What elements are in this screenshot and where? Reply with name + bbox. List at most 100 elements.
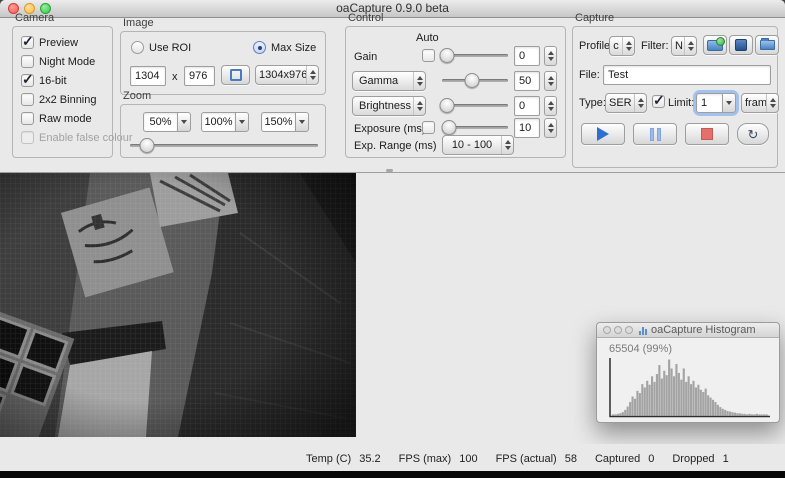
image-panel: Image Use ROI Max Size x 1304x976 [120,17,326,95]
chevron-down-icon[interactable] [235,112,249,132]
profile-label: Profile: [579,40,611,52]
play-icon [597,127,609,141]
zoom-panel-title: Zoom [123,90,152,102]
type-select[interactable]: SER [605,93,647,113]
limit-unit-value: frame [745,97,766,109]
stop-icon [701,128,713,140]
open-folder-button[interactable] [755,35,779,55]
gain-slider[interactable] [439,48,508,63]
maximize-button[interactable] [625,326,633,334]
autorun-button[interactable]: ↻ [737,123,769,145]
dropped-status: Dropped 1 [672,453,728,465]
brightness-select[interactable]: Brightness [352,96,426,116]
brightness-slider-thumb[interactable] [439,98,455,113]
checkbox-row-binning[interactable]: 2x2 Binning [21,93,133,106]
stepper-arrows-icon [684,37,696,55]
zoom-preset-50-value: 50% [143,112,177,132]
new-profile-button[interactable] [703,35,727,55]
fps-actual-status: FPS (actual) 58 [496,453,577,465]
histogram-chart [609,358,770,418]
checkbox-row-preview[interactable]: Preview [21,33,133,50]
histogram-peak-annotation: 65504 (99%) [609,343,672,355]
capture-panel-title: Capture [575,12,615,24]
gain-slider-thumb[interactable] [439,48,455,63]
gain-auto-checkbox[interactable] [422,49,435,62]
brightness-value-input[interactable] [514,96,540,116]
gain-value-input[interactable] [514,46,540,66]
gamma-slider[interactable] [442,73,508,88]
limit-count-combo[interactable]: 1 [696,93,736,113]
brightness-stepper[interactable] [544,96,557,116]
filter-select[interactable]: N [671,36,697,56]
raw-mode-checkbox[interactable] [21,112,34,125]
stepper-arrows-icon [413,72,425,90]
exposure-slider[interactable] [441,120,508,135]
filter-select-value: N [675,40,683,52]
titlebar[interactable]: oaCapture 0.9.0 beta [0,0,785,18]
control-panel-title: Control [348,12,384,24]
auto-column-header: Auto [416,32,439,44]
limit-checkbox[interactable] [652,92,665,109]
gamma-select[interactable]: Gamma [352,71,426,91]
binning-checkbox[interactable] [21,93,34,106]
gamma-value-input[interactable] [514,71,540,91]
checkbox-row-raw-mode[interactable]: Raw mode [21,112,133,125]
exposure-stepper[interactable] [544,118,557,138]
gamma-slider-thumb[interactable] [464,73,480,88]
camera-preview-image [0,173,356,437]
chevron-down-icon[interactable] [177,112,191,132]
control-panel: Control Auto Gain Gamma Brightness [345,12,566,158]
roi-select-button[interactable] [221,65,250,85]
histogram-titlebar[interactable]: oaCapture Histogram [597,323,779,338]
stop-capture-button[interactable] [685,123,729,145]
captured-label: Captured [594,453,641,465]
pause-capture-button[interactable] [633,123,677,145]
drive-icon [735,39,747,51]
exposure-auto-checkbox[interactable] [422,121,435,134]
zoom-panel: Zoom 50% 100% 150% [120,90,326,158]
night-mode-label: Night Mode [39,55,96,68]
file-name-input[interactable] [603,65,771,85]
roi-height-input[interactable] [184,66,215,86]
fps-max-label: FPS (max) [398,453,452,465]
use-roi-radio[interactable] [131,41,144,54]
night-mode-checkbox[interactable] [21,55,34,68]
dropped-label: Dropped [672,453,715,465]
start-capture-button[interactable] [581,123,625,145]
exp-range-select[interactable]: 10 - 100 [442,135,514,155]
gain-stepper[interactable] [544,46,557,66]
close-button[interactable] [603,326,611,334]
gamma-stepper[interactable] [544,71,557,91]
sixteen-bit-checkbox[interactable] [21,71,34,88]
max-size-radio[interactable] [253,41,266,54]
autorun-cycle-icon: ↻ [747,126,759,142]
zoom-preset-50-combo[interactable]: 50% [143,112,191,132]
preview-checkbox[interactable] [21,33,34,50]
frame-size-select[interactable]: 1304x976 [255,65,319,85]
binning-label: 2x2 Binning [39,93,97,106]
save-profile-button[interactable] [729,35,753,55]
brightness-slider[interactable] [439,98,508,113]
minimize-button[interactable] [614,326,622,334]
max-size-radio-row[interactable]: Max Size [253,41,316,54]
stepper-arrows-icon [766,94,778,112]
zoom-slider-thumb[interactable] [139,138,155,153]
histogram-window[interactable]: oaCapture Histogram 65504 (99%) [596,322,780,423]
chevron-down-icon[interactable] [722,93,736,113]
zoom-preset-100-value: 100% [201,112,235,132]
status-bar: Temp (C) 35.2 FPS (max) 100 FPS (actual)… [0,444,785,471]
checkbox-row-16bit[interactable]: 16-bit [21,71,133,88]
profile-select[interactable]: c [609,36,635,56]
roi-width-input[interactable] [130,66,166,86]
limit-unit-select[interactable]: frame [741,93,779,113]
use-roi-radio-row[interactable]: Use ROI [131,41,191,54]
exposure-slider-thumb[interactable] [441,120,457,135]
splitter-handle[interactable] [386,169,393,172]
zoom-preset-100-combo[interactable]: 100% [201,112,249,132]
checkbox-row-night-mode[interactable]: Night Mode [21,55,133,68]
chevron-down-icon[interactable] [295,112,309,132]
zoom-slider[interactable] [130,138,318,153]
zoom-preset-150-combo[interactable]: 150% [261,112,309,132]
raw-mode-label: Raw mode [39,112,92,125]
exposure-value-input[interactable] [514,118,540,138]
